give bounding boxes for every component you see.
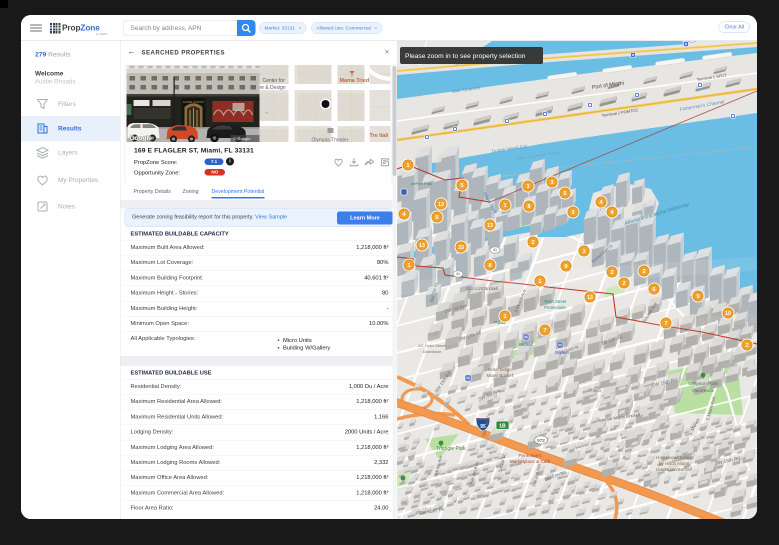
svg-text:2: 2 [531,240,534,246]
svg-text:Marketplace & Café: Marketplace & Café [510,459,551,464]
svg-text:Hammock: Hammock [692,388,714,394]
svg-text:Downtown: Downtown [423,349,442,354]
svg-text:Center for: Center for [263,78,286,84]
svg-text:M: M [558,343,562,348]
svg-text:Tre Itali: Tre Itali [370,133,389,139]
svg-text:Promenade: Promenade [544,305,566,310]
svg-text:Google: Google [130,135,153,142]
svg-text:M: M [466,376,470,381]
svg-text:Tenth Street: Tenth Street [544,299,567,304]
svg-text:Brickell: Brickell [519,342,533,347]
svg-text:41: 41 [456,272,460,276]
svg-text:972: 972 [537,438,545,443]
svg-text:Perricone’s: Perricone’s [519,453,543,458]
svg-text:re & Design: re & Design [260,85,286,91]
svg-text:41: 41 [493,248,497,252]
svg-text:Mama Tried: Mama Tried [340,78,370,84]
svg-text:Please zoom in to see property: Please zoom in to see property selection [405,53,526,60]
svg-text:Hotel Indigo: Hotel Indigo [488,367,512,372]
svg-text:Downtown/Brickell: Downtown/Brickell [656,467,692,472]
svg-text:2: 2 [622,281,625,287]
svg-text:© Google: © Google [234,136,252,141]
svg-text:13: 13 [438,202,444,208]
svg-text:13: 13 [487,223,493,229]
svg-text:2: 2 [610,270,613,276]
svg-text:1B: 1B [499,424,506,430]
svg-text:13: 13 [419,243,425,249]
svg-text:33: 33 [458,245,464,251]
svg-text:ALFRED I DUPONT: ALFRED I DUPONT [183,101,205,104]
svg-text:dePort Park: dePort Park [411,181,432,186]
svg-text:Olympia Theater: Olympia Theater [312,138,349,143]
svg-text:7: 7 [664,321,667,327]
svg-text:13: 13 [587,295,593,301]
svg-text:2: 2 [642,269,645,275]
svg-text:Phenix: Phenix [589,388,603,393]
svg-text:by Hilton Miami: by Hilton Miami [659,461,689,466]
svg-text:Homewood Suites: Homewood Suites [656,455,692,460]
svg-text:10: 10 [725,311,731,317]
svg-text:7: 7 [543,328,546,334]
svg-text:Miami Brickell: Miami Brickell [486,373,513,378]
svg-text:Simpson Park: Simpson Park [688,381,718,387]
svg-text:2: 2 [745,343,748,349]
svg-text:Triangle Park: Triangle Park [436,446,466,452]
